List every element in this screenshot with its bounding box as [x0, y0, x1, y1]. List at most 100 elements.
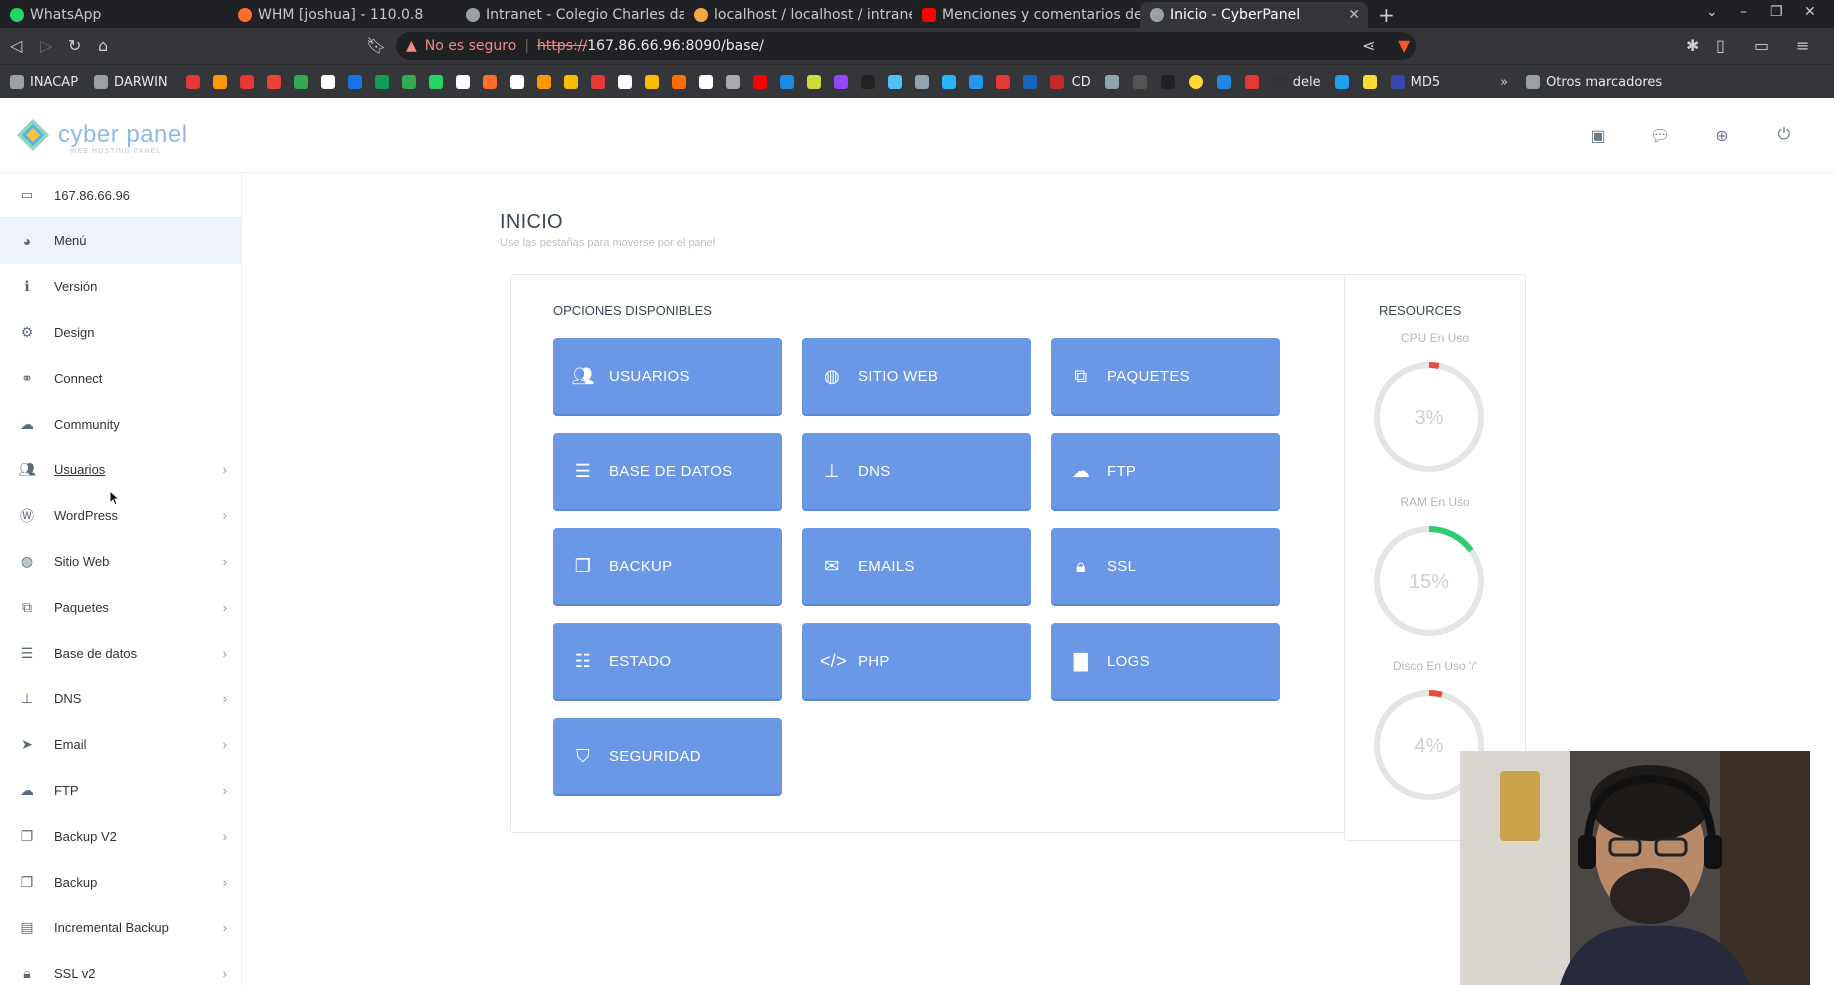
close-tab-icon[interactable]: ✕ — [1348, 7, 1360, 23]
sidebar-icon[interactable]: ▯ — [1716, 36, 1725, 55]
emails-button[interactable]: ✉ EMAILS — [802, 528, 1031, 604]
bookmark-icon[interactable] — [401, 75, 416, 89]
bookmark-icon[interactable] — [887, 75, 902, 89]
home-icon[interactable]: ⌂ — [98, 36, 108, 55]
bookmark-md5[interactable]: MD5 — [1411, 75, 1441, 90]
bookmark-icon[interactable] — [482, 75, 497, 89]
more-bookmarks-icon[interactable]: » — [1500, 75, 1508, 90]
base-de-datos-button[interactable]: ☰ BASE DE DATOS — [553, 433, 782, 509]
tab-intranet[interactable]: Intranet - Colegio Charles dar — [456, 2, 684, 28]
gmail-icon[interactable] — [266, 75, 281, 89]
bookmark-icon[interactable] — [995, 75, 1010, 89]
bookmark-icon[interactable] — [1049, 75, 1064, 89]
share-icon[interactable]: ⋖ — [1362, 36, 1375, 55]
back-icon[interactable]: ◁ — [10, 36, 22, 55]
google-icon[interactable] — [617, 75, 632, 89]
bookmark-icon[interactable] — [671, 75, 686, 89]
wallet-icon[interactable]: ▭ — [1754, 36, 1769, 55]
twitter-icon[interactable] — [1334, 75, 1349, 89]
bookmark-icon[interactable] — [374, 75, 389, 89]
image-icon[interactable] — [1104, 75, 1119, 89]
tab-cyberpanel[interactable]: Inicio - CyberPanel ✕ — [1140, 2, 1368, 28]
bookmark-icon[interactable] — [1216, 75, 1231, 89]
chat-icon[interactable]: 💬︎ — [1650, 126, 1670, 146]
bookmark-cd[interactable]: CD — [1072, 75, 1091, 90]
paquetes-button[interactable]: ⧉ PAQUETES — [1051, 338, 1280, 414]
new-tab-icon[interactable]: + — [1378, 3, 1395, 27]
drive-icon[interactable] — [293, 75, 308, 89]
sidebar-item-incremental-backup[interactable]: ▤ Incremental Backup › — [0, 905, 241, 951]
window-close-icon[interactable]: ✕ — [1804, 4, 1816, 20]
usuarios-button[interactable]: 👥︎ USUARIOS — [553, 338, 782, 414]
bookmark-icon[interactable] — [860, 75, 875, 89]
bookmark-dele[interactable]: dele — [1293, 75, 1321, 90]
bookmark-icon[interactable] — [1132, 75, 1147, 89]
sidebar-item-backup-v2[interactable]: ❐ Backup V2 › — [0, 813, 241, 859]
brave-icon[interactable]: ▼ — [1398, 36, 1410, 55]
bookmark-icon[interactable] — [1244, 75, 1259, 89]
estado-button[interactable]: ☷ ESTADO — [553, 623, 782, 699]
sidebar-item-version[interactable]: ℹ Versión — [0, 264, 241, 310]
bookmark-icon[interactable] — [536, 75, 551, 89]
amazon-icon[interactable] — [698, 75, 713, 89]
bookmark-icon[interactable] — [779, 75, 794, 89]
bookmark-folder-inacap[interactable]: INACAP — [10, 75, 78, 90]
bookmark-icon[interactable] — [806, 75, 821, 89]
bookmark-icon[interactable] — [347, 75, 362, 89]
sidebar-item-connect[interactable]: ⚭ Connect — [0, 355, 241, 401]
bookmark-icon[interactable] — [968, 75, 983, 89]
bookmark-icon[interactable] — [185, 75, 200, 89]
backup-button[interactable]: ❐ BACKUP — [553, 528, 782, 604]
whatsapp-icon[interactable] — [428, 75, 443, 89]
ssl-button[interactable]: 🔒︎ SSL — [1051, 528, 1280, 604]
sidebar-item-backup[interactable]: ❐ Backup › — [0, 859, 241, 905]
sidebar-item-base-de-datos[interactable]: ☰ Base de datos › — [0, 630, 241, 676]
bookmark-icon[interactable] — [590, 75, 605, 89]
youtube-icon[interactable] — [752, 75, 767, 89]
other-bookmarks[interactable]: Otros marcadores — [1546, 75, 1662, 90]
bookmark-icon[interactable]: 🔖︎ — [366, 36, 386, 55]
bookmark-icon[interactable] — [941, 75, 956, 89]
dns-button[interactable]: ⊥ DNS — [802, 433, 1031, 509]
youtube-icon[interactable]: ▣ — [1588, 126, 1608, 146]
bookmark-icon[interactable] — [725, 75, 740, 89]
bookmark-folder-darwin[interactable]: DARWIN — [94, 75, 168, 90]
tab-whatsapp[interactable]: WhatsApp — [0, 2, 228, 28]
sidebar-item-paquetes[interactable]: ⧉ Paquetes › — [0, 584, 241, 630]
forward-icon[interactable]: ▷ — [40, 36, 52, 55]
bookmark-icon[interactable] — [212, 75, 227, 89]
support-icon[interactable]: ⊕ — [1712, 126, 1732, 146]
logo[interactable]: cyber panel WEB HOSTING PANEL — [16, 118, 188, 155]
google-icon[interactable] — [455, 75, 470, 89]
bookmark-icon[interactable] — [1390, 75, 1405, 89]
bookmark-icon[interactable] — [320, 75, 335, 89]
power-icon[interactable]: ⏻ — [1774, 126, 1794, 146]
bookmark-icon[interactable] — [1362, 75, 1377, 89]
tab-youtube[interactable]: Menciones y comentarios del — [912, 2, 1140, 28]
sitio-web-button[interactable]: ◍ SITIO WEB — [802, 338, 1031, 414]
minimize-icon[interactable]: – — [1740, 4, 1747, 20]
sidebar-item-community[interactable]: ☁ Community — [0, 401, 241, 447]
sidebar-item-dns[interactable]: ⊥ DNS › — [0, 676, 241, 722]
sidebar-item-email[interactable]: ➤ Email › — [0, 722, 241, 768]
sidebar-item-sitio-web[interactable]: ◍ Sitio Web › — [0, 539, 241, 585]
sidebar-item-ftp[interactable]: ☁ FTP › — [0, 768, 241, 814]
logs-button[interactable]: ▇ LOGS — [1051, 623, 1280, 699]
ftp-button[interactable]: ☁ FTP — [1051, 433, 1280, 509]
tab-whm[interactable]: WHM [joshua] - 110.0.8 — [228, 2, 456, 28]
tab-search-icon[interactable]: ⌄ — [1706, 4, 1718, 20]
bookmark-icon[interactable] — [1022, 75, 1037, 89]
reload-icon[interactable]: ↻ — [68, 36, 81, 55]
check-icon[interactable] — [1160, 75, 1175, 89]
restore-icon[interactable]: ❐ — [1770, 4, 1783, 20]
bookmark-icon[interactable] — [509, 75, 524, 89]
menu-icon[interactable]: ≡ — [1796, 36, 1809, 55]
sidebar-item-menu[interactable]: ◕ Menú — [0, 218, 241, 264]
bookmark-icon[interactable] — [914, 75, 929, 89]
php-button[interactable]: </> PHP — [802, 623, 1031, 699]
bookmark-icon[interactable] — [1188, 75, 1203, 89]
sidebar-item-ssl-v2[interactable]: 🔒︎ SSL v2 › — [0, 951, 241, 985]
seguridad-button[interactable]: ⛉ SEGURIDAD — [553, 718, 782, 794]
key-icon[interactable] — [644, 75, 659, 89]
bookmark-icon[interactable] — [563, 75, 578, 89]
